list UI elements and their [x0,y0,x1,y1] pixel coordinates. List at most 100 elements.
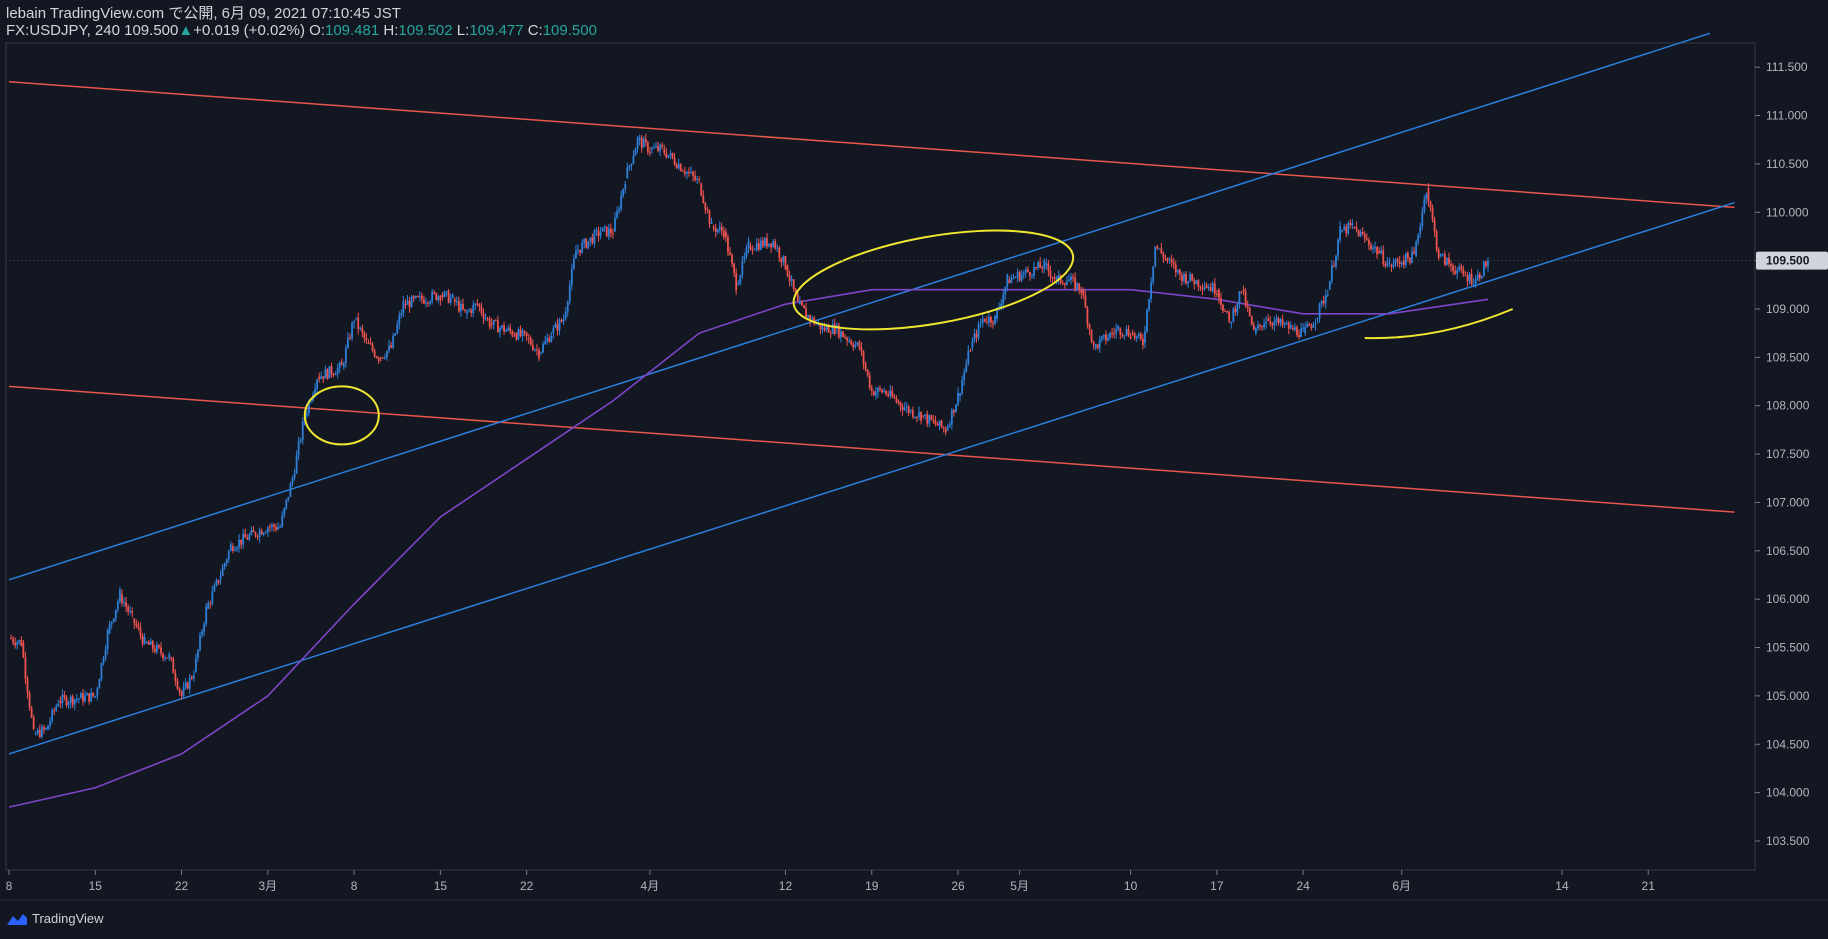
candle-body [108,624,111,634]
candle-body [1277,318,1280,324]
candle-body [338,362,341,368]
candle-body [568,285,571,302]
candle-body [587,241,590,248]
candle-body [1458,266,1461,271]
candle-body [386,350,388,358]
price-axis[interactable]: 111.500 111.000 110.500 110.000 109.500 109.0… [6,60,1828,848]
candle-body [207,602,210,609]
candle-body [94,696,97,698]
candle-body [1370,244,1372,250]
candle-body [913,416,916,418]
candle-body [946,426,949,430]
candle-body [1246,305,1249,308]
candle-body [496,320,499,333]
candle-body [825,326,828,330]
x-tick-label: 17 [1210,879,1224,893]
candle-body [1384,263,1387,266]
candle-body [1308,323,1311,326]
candle-body [1131,333,1134,335]
chart-frame [0,42,1828,901]
candle-body [866,369,869,376]
candle-body [266,527,269,533]
candle-body [677,164,680,169]
candle-body [470,309,473,314]
candle-body [250,530,253,535]
candle-body [336,367,339,375]
x-tick-label: 24 [1296,879,1310,893]
candle-body [950,409,953,425]
candle-body [156,645,158,652]
candle-body [1170,259,1173,263]
candle-body [394,333,397,336]
time-axis[interactable]: 8 15 22 3月 8 15 22 4月 12 19 26 5月 10 17 24 6月 14 21 [6,870,1656,893]
candle-body [1472,283,1475,285]
candle-body [1298,334,1300,338]
candle-body [671,153,674,158]
y-tick-label: 105.500 [1766,641,1810,655]
candle-body [1127,329,1130,336]
candle-body [1195,280,1198,285]
candle-body [784,255,787,270]
candle-body [710,221,713,224]
candle-body [227,550,230,560]
candle-body [209,602,212,604]
candle-body [796,294,799,302]
candle-body [238,539,240,548]
candle-body [529,338,532,345]
candle-body [1146,309,1148,332]
x-tick-label: 10 [1124,879,1138,893]
candle-body [1265,322,1268,324]
y-tick-label: 110.500 [1766,157,1809,171]
candle-body [599,232,602,237]
candle-body [942,427,945,429]
price-chart[interactable]: 111.500 111.000 110.500 110.000 109.500 109.0… [0,0,1828,939]
candle-body [318,376,321,379]
candle-body [564,311,567,319]
candle-body [478,304,481,307]
candle-body [780,257,783,263]
candle-body [110,621,113,625]
candle-body [720,226,723,232]
candle-body [79,693,82,699]
candle-body [279,526,282,528]
candle-body [1088,324,1091,330]
candle-body [1031,275,1033,277]
candle-body [928,415,931,424]
candle-body [856,342,859,345]
candle-body [1289,324,1292,329]
candle-body [1053,277,1056,280]
candle-body [65,697,68,706]
candle-body [1010,277,1013,284]
candle-body [1187,281,1189,284]
candle-body [1121,334,1124,336]
candle-body [1090,329,1093,342]
candle-body [22,642,25,658]
candle-body [88,693,91,702]
candle-body [408,300,411,308]
candle-body [10,637,12,639]
candle-body [1394,259,1397,264]
candle-body [328,366,331,379]
candle-body [1224,310,1226,312]
candle-body [1302,327,1305,329]
candle-body [612,233,614,235]
candle-body [320,376,323,379]
candle-body [82,693,84,702]
candle-body [1312,324,1315,328]
candle-body [423,299,425,304]
candle-body [788,275,791,281]
candle-body [1470,273,1473,285]
candle-body [45,727,47,730]
candle-body [488,318,491,328]
candle-body [1283,323,1286,325]
candle-body [1306,323,1309,327]
candle-body [901,406,904,411]
candle-body [211,591,214,604]
candle-body [540,352,542,354]
candle-body [911,410,914,417]
candle-body [517,329,520,340]
candle-body [139,627,142,636]
brand-label[interactable]: TradingView [32,911,104,926]
candle-body [174,673,177,681]
candle-body [513,335,516,337]
